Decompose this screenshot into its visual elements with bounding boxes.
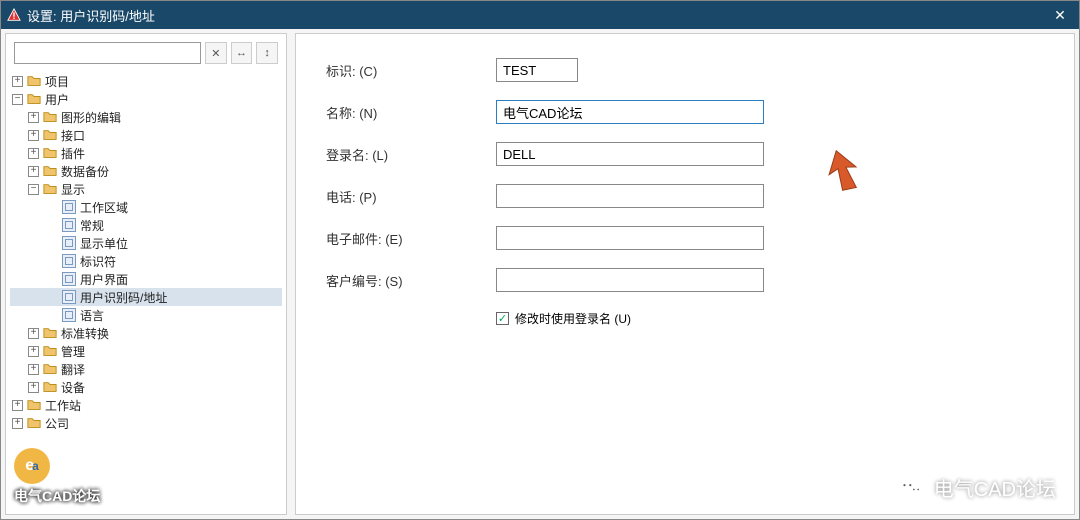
folder-icon bbox=[43, 182, 57, 196]
page-icon bbox=[62, 290, 76, 304]
folder-icon bbox=[43, 146, 57, 160]
label-name: 名称: (N) bbox=[326, 103, 496, 122]
tree-node-data-backup[interactable]: +数据备份 bbox=[10, 162, 282, 180]
tree-node-std-conv[interactable]: +标准转换 bbox=[10, 324, 282, 342]
folder-icon bbox=[43, 164, 57, 178]
input-name[interactable] bbox=[496, 100, 764, 124]
tree-node-interface[interactable]: +接口 bbox=[10, 126, 282, 144]
left-panel: ✕ ↔ ↕ +项目 −用户 +图形的编辑 +接口 +插件 +数据备份 −显示 工… bbox=[5, 33, 287, 515]
folder-icon bbox=[27, 74, 41, 88]
tree-node-general[interactable]: 常规 bbox=[10, 216, 282, 234]
tree-node-device[interactable]: +设备 bbox=[10, 378, 282, 396]
tree-node-project[interactable]: +项目 bbox=[10, 72, 282, 90]
label-cust: 客户编号: (S) bbox=[326, 271, 496, 290]
settings-dialog: 设置: 用户识别码/地址 ✕ ✕ ↔ ↕ +项目 −用户 +图形的编辑 +接口 … bbox=[0, 0, 1080, 520]
row-login: 登录名: (L) bbox=[326, 142, 1044, 166]
checkbox-use-login[interactable]: ✓ bbox=[496, 312, 509, 325]
folder-icon bbox=[43, 362, 57, 376]
tree-node-userui[interactable]: 用户界面 bbox=[10, 270, 282, 288]
row-cust: 客户编号: (S) bbox=[326, 268, 1044, 292]
folder-icon bbox=[43, 344, 57, 358]
page-icon bbox=[62, 236, 76, 250]
tree-node-company[interactable]: +公司 bbox=[10, 414, 282, 432]
page-icon bbox=[62, 272, 76, 286]
tree-node-display[interactable]: −显示 bbox=[10, 180, 282, 198]
folder-icon bbox=[27, 398, 41, 412]
tree-node-units[interactable]: 显示单位 bbox=[10, 234, 282, 252]
label-email: 电子邮件: (E) bbox=[326, 229, 496, 248]
tree-node-plugins[interactable]: +插件 bbox=[10, 144, 282, 162]
close-icon[interactable]: ✕ bbox=[1047, 7, 1073, 24]
folder-icon bbox=[43, 380, 57, 394]
tree-node-workarea[interactable]: 工作区域 bbox=[10, 198, 282, 216]
tree-node-workstation[interactable]: +工作站 bbox=[10, 396, 282, 414]
value-ident: TEST bbox=[496, 58, 578, 82]
folder-icon bbox=[43, 110, 57, 124]
search-input[interactable] bbox=[14, 42, 201, 64]
input-login[interactable] bbox=[496, 142, 764, 166]
folder-icon bbox=[43, 128, 57, 142]
tree-node-translate[interactable]: +翻译 bbox=[10, 360, 282, 378]
label-login: 登录名: (L) bbox=[326, 145, 496, 164]
tree-node-graphic-edit[interactable]: +图形的编辑 bbox=[10, 108, 282, 126]
collapse-button[interactable]: ↕ bbox=[256, 42, 278, 64]
page-icon bbox=[62, 200, 76, 214]
row-phone: 电话: (P) bbox=[326, 184, 1044, 208]
row-email: 电子邮件: (E) bbox=[326, 226, 1044, 250]
label-phone: 电话: (P) bbox=[326, 187, 496, 206]
expand-button[interactable]: ↔ bbox=[231, 42, 253, 64]
dialog-title: 设置: 用户识别码/地址 bbox=[27, 6, 1047, 25]
row-name: 名称: (N) bbox=[326, 100, 1044, 124]
tree-node-userid-addr[interactable]: 用户识别码/地址 bbox=[10, 288, 282, 306]
tree-node-ident[interactable]: 标识符 bbox=[10, 252, 282, 270]
tree-toolbar: ✕ ↔ ↕ bbox=[6, 34, 286, 70]
dialog-body: ✕ ↔ ↕ +项目 −用户 +图形的编辑 +接口 +插件 +数据备份 −显示 工… bbox=[1, 29, 1079, 519]
form-panel: 标识: (C) TEST 名称: (N) 登录名: (L) 电话: (P) 电子… bbox=[295, 33, 1075, 515]
tree-node-language[interactable]: 语言 bbox=[10, 306, 282, 324]
page-icon bbox=[62, 254, 76, 268]
row-ident: 标识: (C) TEST bbox=[326, 58, 1044, 82]
folder-icon bbox=[43, 326, 57, 340]
clear-search-button[interactable]: ✕ bbox=[205, 42, 227, 64]
page-icon bbox=[62, 308, 76, 322]
folder-icon bbox=[27, 92, 41, 106]
warning-icon bbox=[7, 8, 21, 22]
tree-node-manage[interactable]: +管理 bbox=[10, 342, 282, 360]
row-checkbox: ✓ 修改时使用登录名 (U) bbox=[496, 310, 1044, 327]
input-phone[interactable] bbox=[496, 184, 764, 208]
tree-node-user[interactable]: −用户 bbox=[10, 90, 282, 108]
folder-icon bbox=[27, 416, 41, 430]
titlebar: 设置: 用户识别码/地址 ✕ bbox=[1, 1, 1079, 29]
page-icon bbox=[62, 218, 76, 232]
input-email[interactable] bbox=[496, 226, 764, 250]
nav-tree: +项目 −用户 +图形的编辑 +接口 +插件 +数据备份 −显示 工作区域 常规… bbox=[6, 70, 286, 514]
input-cust[interactable] bbox=[496, 268, 764, 292]
label-ident: 标识: (C) bbox=[326, 61, 496, 80]
checkbox-label: 修改时使用登录名 (U) bbox=[515, 310, 631, 327]
